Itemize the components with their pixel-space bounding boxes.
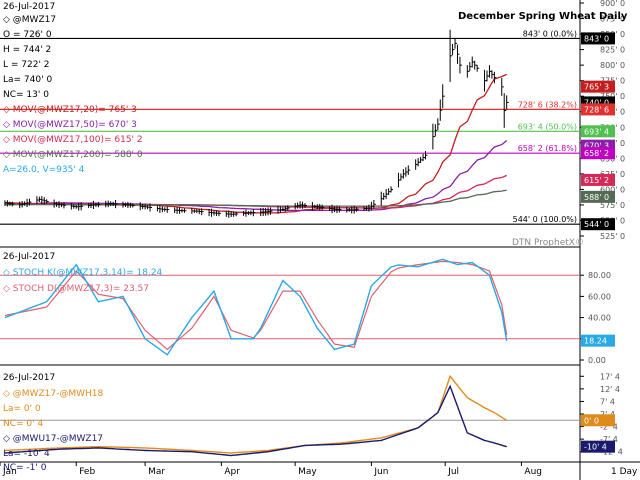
x-axis-month-label: Aug [524,467,542,477]
spread2-last: La= -10' 4 [3,449,50,459]
ohlc-open: O = 726' 0 [3,30,52,40]
fib-level-label: 843' 0 (0.0%) [523,29,577,38]
spread-date: 26-Jul-2017 [3,373,55,383]
price-axis-tag-label: 843' 0 [584,34,609,43]
price-y-tick-label: 825' 0 [600,46,625,55]
price-axis-tag-label: 728' 6 [584,105,609,114]
diamond-icon: ◇ [3,284,13,294]
stochastic-date: 26-Jul-2017 [3,252,55,262]
moving-average-legend-entry: ◇ MOV(@MWZ17,20)= 765' 3 [3,105,137,115]
x-axis-month-label: Jun [373,467,388,477]
stoch-d-text: STOCH D(@MWZ17,3)= 23.57 [13,284,149,294]
x-axis-month-label: Apr [224,467,240,477]
diamond-icon: ◇ [3,389,13,399]
spread-axis-tag-label: 0' 0 [584,416,599,425]
spread1-last: La= 0' 0 [3,404,41,414]
stats-line: A=26.0, V=935' 4 [3,165,85,175]
price-symbol: @MWZ17 [13,15,56,25]
diamond-icon: ◇ [3,15,13,25]
spread-y-tick-label: 7' 4 [600,397,615,406]
price-axis-tag-label: 765' 3 [584,83,609,92]
price-y-tick-label: 525' 0 [600,232,625,241]
price-axis-tag-label: 615' 2 [584,176,609,185]
price-axis-tag-label: 544' 0 [584,220,609,229]
x-axis-month-label: Feb [79,467,95,477]
stoch-d-label: ◇ STOCH D(@MWZ17,3)= 23.57 [3,284,149,294]
fib-level-label: 544' 0 (100.0%) [513,215,577,224]
fib-level-label: 693' 4 (50.0%) [518,122,577,131]
spread-axis-tag-label: -10' 4 [584,443,607,452]
spread-y-tick-label: 12' 4 [600,385,620,394]
ohlc-change: NC= 13' 0 [3,90,49,100]
price-date: 26-Jul-2017 [3,2,55,12]
stochastic-y-tick-label: 0.00 [588,356,606,365]
spread1-label: ◇ @MWZ17-@MWH18 [3,389,103,399]
watermark-label: DTN ProphetX® [512,238,584,248]
stochastic-y-tick-label: 60.00 [588,292,611,301]
diamond-icon: ◇ [3,268,13,278]
ohlc-high: H = 744' 2 [3,45,51,55]
stochastic-y-tick-label: 40.00 [588,314,611,323]
moving-average-legend-entry: ◇ MOV(@MWZ17,200)= 588' 0 [3,150,143,160]
x-axis-month-label: May [298,467,317,477]
spread1-change: NC= 0' 4 [3,419,43,429]
price-symbol-label: ◇ @MWZ17 [3,15,56,25]
x-axis-month-label: Mar [148,467,165,477]
stochastic-axis-tags: 18.24 [581,334,615,347]
period-label: 1 Day [611,467,638,477]
price-y-tick-label: 900' 0 [600,0,625,8]
fib-level-label: 728' 6 (38.2%) [518,100,577,109]
spread-y-tick-label: 17' 4 [600,372,620,381]
chart-canvas: 843' 0 (0.0%) 728' 6 (38.2%) 693' 4 (50.0%… [0,0,640,480]
ohlc-low: L = 722' 2 [3,60,50,70]
fib-level-label: 658' 2 (61.8%) [518,144,577,153]
diamond-icon: ◇ [3,434,13,444]
ohlc-last: La= 740' 0 [3,75,52,85]
price-axis-tag-label: 588' 0 [584,193,609,202]
spread2-label: ◇ @MWU17-@MWZ17 [3,434,103,444]
price-y-tick-label: 800' 0 [600,61,625,70]
chart-title: December Spring Wheat Daily [458,11,628,22]
x-axis-month-label: Jan [2,467,17,477]
x-axis-month-label: Jul [447,467,459,477]
spread1-name: @MWZ17-@MWH18 [13,389,104,399]
moving-average-legend-entry: ◇ MOV(@MWZ17,100)= 615' 2 [3,135,143,145]
stoch-k-text: STOCH K(@MWZ17,3,14)= 18.24 [13,268,163,278]
stochastic-y-tick-label: 80.00 [588,271,611,280]
stoch-k-label: ◇ STOCH K(@MWZ17,3,14)= 18.24 [3,268,163,278]
moving-average-legend-entry: ◇ MOV(@MWZ17,50)= 670' 3 [3,120,137,130]
stochastic-axis-tag-label: 18.24 [584,337,607,346]
spread2-name: @MWU17-@MWZ17 [13,434,103,444]
price-axis-tag-label: 693' 4 [584,127,609,136]
price-axis-tag-label: 658' 2 [584,149,609,158]
